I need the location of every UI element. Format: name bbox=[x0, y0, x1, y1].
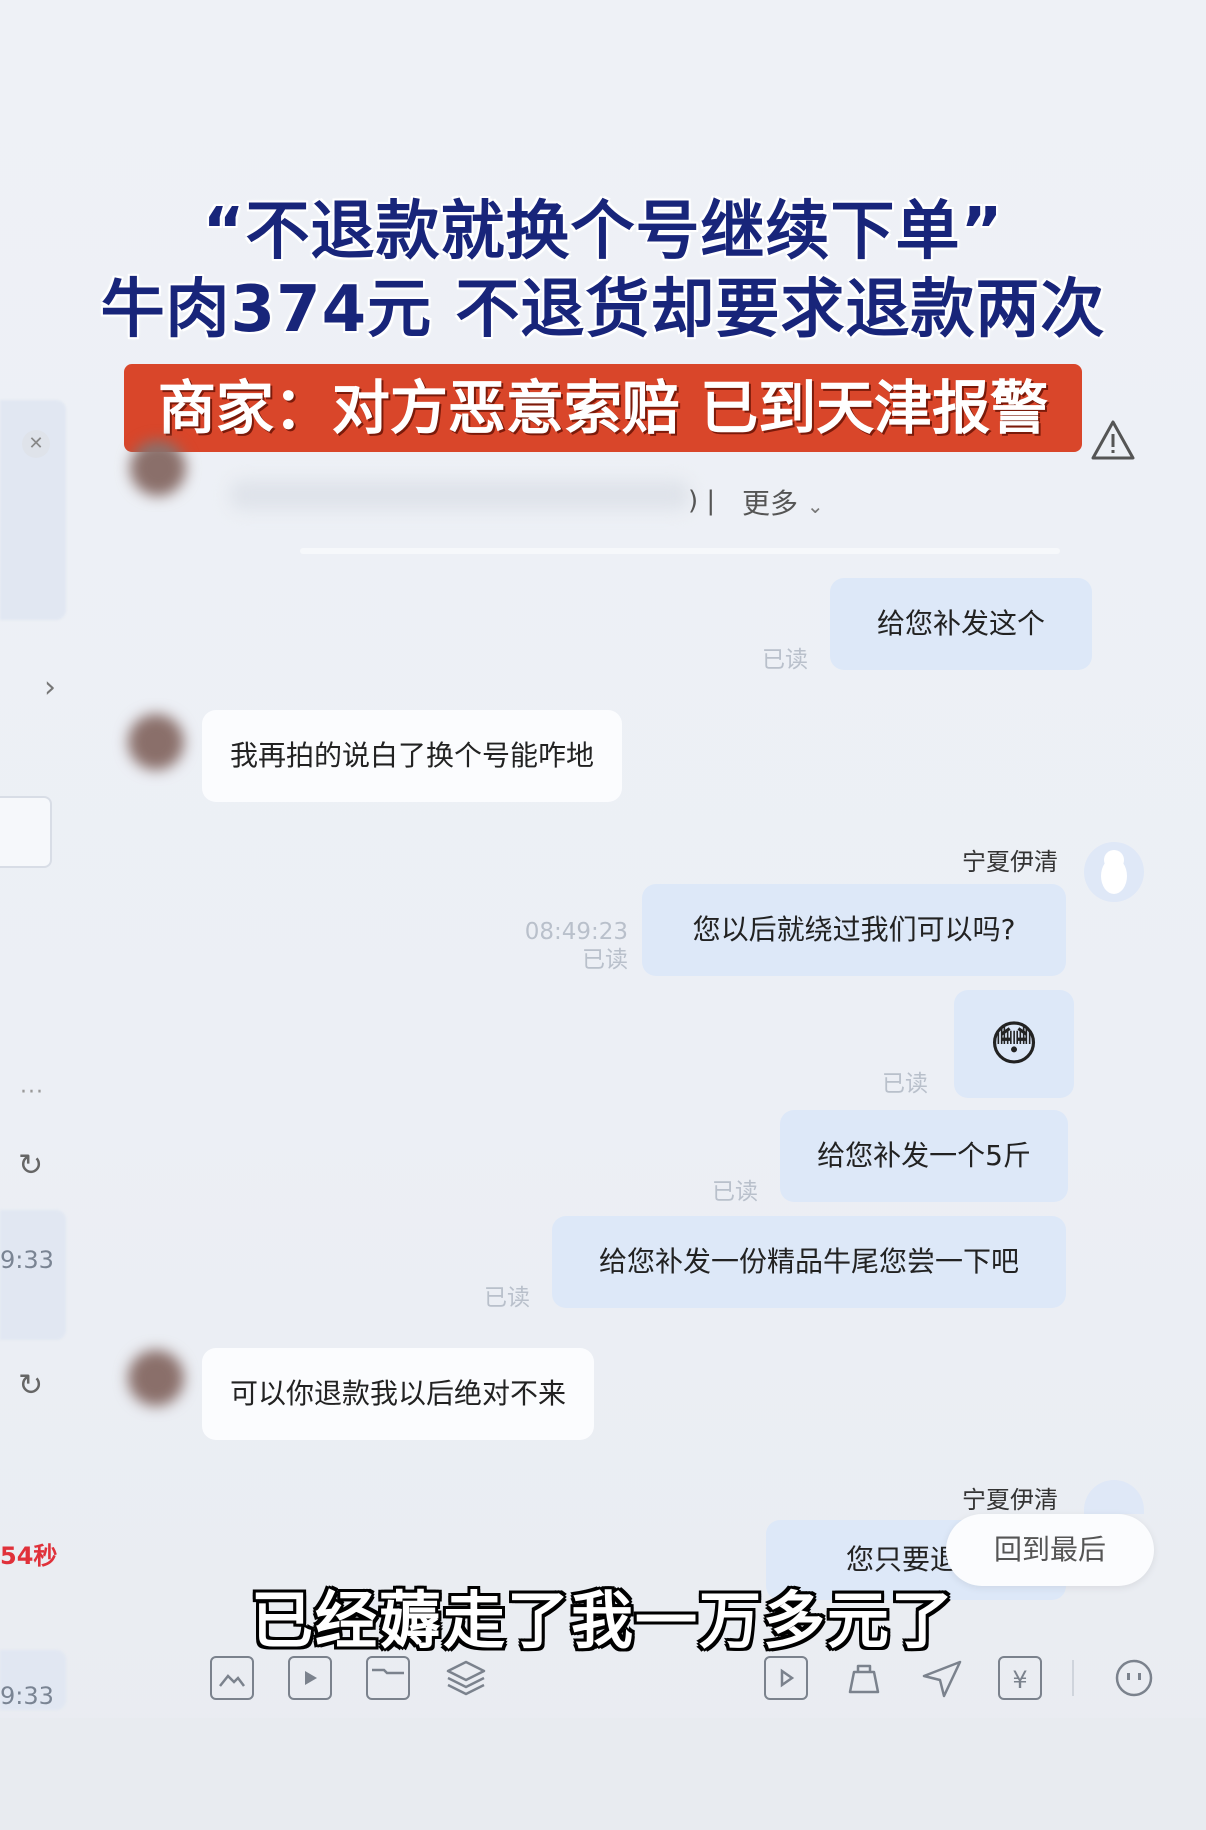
video-icon[interactable] bbox=[288, 1656, 332, 1700]
read-status: 已读 bbox=[712, 1179, 758, 1205]
video-file-icon[interactable] bbox=[764, 1656, 808, 1700]
warning-icon[interactable] bbox=[1090, 418, 1136, 464]
read-status: 已读 bbox=[582, 947, 628, 973]
refresh-icon[interactable]: ↻ bbox=[18, 1148, 43, 1183]
bag-icon[interactable] bbox=[842, 1656, 886, 1700]
folder-icon[interactable] bbox=[366, 1656, 410, 1700]
countdown-text: 54秒 bbox=[0, 1542, 58, 1570]
message-meta: 08:49:23 已读 bbox=[520, 918, 628, 974]
read-status: 已读 bbox=[762, 647, 808, 673]
header-divider: ) | bbox=[688, 486, 716, 516]
message-bubble-incoming[interactable]: 可以你退款我以后绝对不来 bbox=[202, 1348, 595, 1440]
message-time: 08:49:23 bbox=[524, 919, 628, 945]
agent-avatar[interactable] bbox=[1084, 842, 1144, 902]
customer-avatar[interactable] bbox=[128, 1350, 184, 1406]
header-separator bbox=[300, 548, 1060, 554]
read-status: 已读 bbox=[882, 1071, 928, 1097]
headline-line-3: 商家：对方恶意索赔 已到天津报警 bbox=[124, 364, 1082, 452]
conversation-sidebar: ✕ › ··· ↻ 9:33 ↻ 54秒 9:33 bbox=[0, 400, 70, 1710]
sender-name: 宁夏伊清 bbox=[962, 848, 1058, 876]
close-icon[interactable]: ✕ bbox=[22, 430, 50, 458]
customer-info-blurred bbox=[230, 480, 690, 510]
sidebar-time: 9:33 bbox=[0, 1246, 54, 1274]
headline-line-2: 牛肉374元 不退货却要求退款两次 bbox=[100, 273, 1106, 347]
toolbar-divider bbox=[1072, 1660, 1074, 1696]
message-bubble-outgoing[interactable]: 给您补发一份精品牛尾您尝一下吧 bbox=[552, 1216, 1066, 1308]
bottom-band bbox=[0, 1718, 1206, 1830]
send-icon[interactable] bbox=[920, 1656, 964, 1700]
chevron-down-icon: ⌄ bbox=[806, 494, 824, 518]
sender-name: 宁夏伊清 bbox=[962, 1486, 1058, 1514]
sidebar-time: 9:33 bbox=[0, 1682, 54, 1710]
penguin-icon bbox=[1101, 850, 1127, 894]
sidebar-input[interactable] bbox=[0, 796, 52, 868]
layers-icon[interactable] bbox=[444, 1656, 488, 1700]
message-bubble-incoming[interactable]: 我再拍的说白了换个号能咋地 bbox=[202, 710, 623, 802]
message-bubble-emoji[interactable]: 😳 bbox=[954, 990, 1074, 1098]
customer-avatar[interactable] bbox=[130, 440, 186, 496]
more-dots-icon[interactable]: ··· bbox=[20, 1080, 44, 1105]
more-menu[interactable]: 更多 ⌄ bbox=[742, 482, 824, 522]
message-bubble-outgoing[interactable]: 您以后就绕过我们可以吗? bbox=[642, 884, 1066, 976]
read-status: 已读 bbox=[484, 1285, 530, 1311]
sidebar-card[interactable] bbox=[0, 1210, 66, 1340]
image-icon[interactable] bbox=[210, 1656, 254, 1700]
message-bubble-outgoing[interactable]: 给您补发这个 bbox=[830, 578, 1092, 670]
emoji-icon[interactable] bbox=[1112, 1656, 1156, 1700]
video-subtitle: 已经薅走了我一万多元了 bbox=[250, 1584, 955, 1657]
message-bubble-outgoing[interactable]: 给您补发一个5斤 bbox=[780, 1110, 1068, 1202]
refresh-icon[interactable]: ↻ bbox=[18, 1368, 43, 1403]
coupon-icon[interactable]: ¥ bbox=[998, 1656, 1042, 1700]
input-toolbar: ¥ bbox=[200, 1656, 1160, 1712]
agent-avatar[interactable] bbox=[1084, 1480, 1144, 1514]
chevron-right-icon[interactable]: › bbox=[44, 670, 56, 705]
customer-avatar[interactable] bbox=[128, 714, 184, 770]
more-label: 更多 bbox=[742, 487, 799, 520]
